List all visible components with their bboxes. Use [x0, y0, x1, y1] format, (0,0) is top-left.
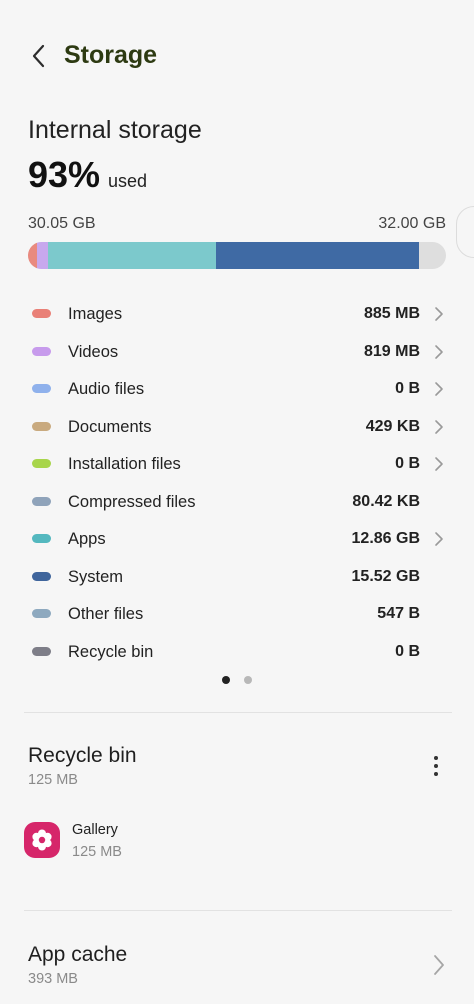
category-color-dot: [32, 421, 51, 431]
page-title: Storage: [64, 41, 158, 69]
category-label: Documents: [68, 417, 152, 436]
category-row-documents[interactable]: Documents 429 KB: [0, 408, 474, 446]
category-color-dot: [32, 534, 51, 543]
category-label: Videos: [68, 342, 119, 361]
category-label: Compressed files: [68, 492, 196, 511]
category-label: Other files: [68, 605, 144, 623]
category-row-audio-files[interactable]: Audio files 0 B: [0, 370, 474, 408]
more-options-button[interactable]: [424, 752, 448, 780]
category-size: 0 B: [395, 455, 420, 472]
app-header: Storage: [0, 0, 474, 112]
bar-segment-images: [28, 242, 38, 269]
category-color-dot: [32, 346, 51, 356]
chevron-right-icon[interactable]: [433, 456, 445, 472]
bar-segment-videos: [37, 242, 49, 269]
recycle-bin-title[interactable]: Recycle bin: [28, 744, 137, 768]
category-row-images[interactable]: Images 885 MB: [0, 295, 474, 333]
chevron-right-icon[interactable]: [432, 954, 446, 976]
category-row-apps[interactable]: Apps 12.86 GB: [0, 520, 474, 558]
category-row-videos[interactable]: Videos 819 MB: [0, 333, 474, 371]
chevron-right-icon[interactable]: [433, 531, 445, 547]
category-size: 15.52 GB: [351, 567, 420, 585]
chevron-right-icon[interactable]: [433, 344, 445, 360]
chevron-right-icon[interactable]: [433, 306, 445, 322]
category-label: System: [68, 567, 124, 586]
category-color-dot: [32, 496, 51, 506]
page-dot[interactable]: [222, 676, 230, 684]
chevron-right-icon[interactable]: [433, 381, 445, 397]
category-size: 819 MB: [363, 342, 420, 360]
category-color-dot: [32, 309, 51, 318]
category-color-dot: [32, 646, 51, 656]
category-row-compressed-files: Compressed files 80.42 KB: [0, 483, 474, 521]
category-label: Installation files: [68, 455, 181, 473]
recycle-app-size: 125 MB: [72, 844, 122, 860]
category-size: 547 B: [377, 605, 420, 622]
chevron-right-icon[interactable]: [433, 419, 445, 435]
category-color-dot: [32, 571, 51, 581]
category-label: Audio files: [68, 380, 145, 398]
bar-segment-system: [216, 242, 419, 269]
category-color-dot: [32, 384, 51, 393]
internal-storage-title: Internal storage: [28, 116, 202, 144]
category-color-dot: [32, 459, 51, 468]
used-percent: 93%: [28, 154, 101, 195]
category-size: 0 B: [395, 642, 420, 660]
more-vertical-icon: [434, 756, 438, 760]
category-row-recycle-bin: Recycle bin 0 B: [0, 633, 474, 671]
category-color-dot: [32, 609, 51, 618]
category-row-other-files: Other files 547 B: [0, 595, 474, 633]
gallery-flower-icon[interactable]: [24, 822, 60, 858]
back-button[interactable]: [22, 38, 54, 74]
category-label: Images: [68, 305, 123, 323]
category-row-system: System 15.52 GB: [0, 558, 474, 596]
category-label: Recycle bin: [68, 642, 154, 661]
edge-panel-handle[interactable]: [456, 206, 474, 258]
category-size: 0 B: [395, 380, 420, 397]
category-size: 429 KB: [365, 417, 420, 435]
page-indicator: [0, 676, 474, 686]
recycle-bin-size: 125 MB: [28, 772, 78, 788]
app-cache-size: 393 MB: [28, 971, 78, 987]
used-label: used: [108, 171, 148, 191]
chevron-left-icon: [32, 44, 45, 68]
divider: [24, 910, 452, 911]
category-size: 885 MB: [363, 305, 420, 322]
page-dot[interactable]: [244, 676, 252, 684]
storage-usage-bar: [28, 242, 446, 269]
category-size: 80.42 KB: [352, 492, 420, 510]
total-capacity: 32.00 GB: [378, 215, 446, 232]
divider: [24, 712, 452, 713]
recycle-app-name[interactable]: Gallery: [72, 822, 118, 838]
bar-segment-apps: [48, 242, 217, 269]
category-size: 12.86 GB: [351, 530, 420, 547]
category-label: Apps: [68, 530, 106, 548]
app-cache-title[interactable]: App cache: [28, 943, 127, 967]
used-amount: 30.05 GB: [28, 215, 96, 232]
category-row-installation-files[interactable]: Installation files 0 B: [0, 445, 474, 483]
